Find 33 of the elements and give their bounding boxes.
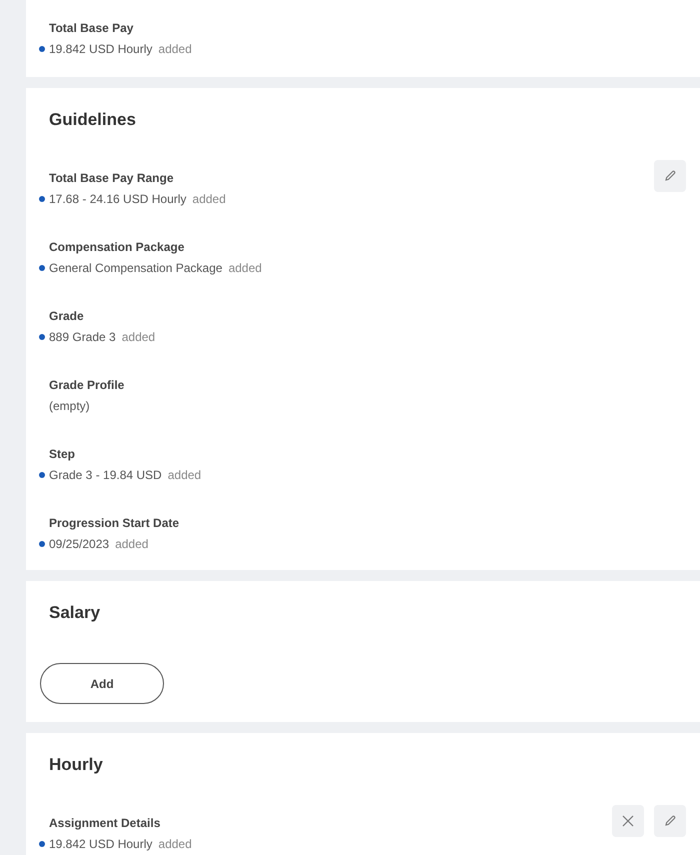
field-value: Grade 3 - 19.84 USD — [49, 467, 162, 483]
field-label: Total Base Pay — [49, 20, 134, 36]
field-value: General Compensation Package — [49, 260, 222, 276]
field-value: (empty) — [49, 398, 90, 414]
field-value: 19.842 USD Hourly — [49, 836, 152, 852]
field-label: Total Base Pay Range — [49, 170, 174, 186]
field-label: Step — [49, 446, 76, 462]
field-label: Grade — [49, 308, 85, 324]
remove-button[interactable] — [612, 805, 644, 837]
field-value: 19.842 USD Hourly — [49, 41, 152, 57]
pencil-icon — [663, 169, 677, 183]
section-title: Guidelines — [49, 110, 137, 130]
field-label: Assignment Details — [49, 815, 162, 831]
field-value: 889 Grade 3 — [49, 329, 116, 345]
status-text: added — [168, 467, 202, 483]
status-text: added — [122, 329, 156, 345]
status-text: added — [115, 536, 148, 552]
field-value: 09/25/2023 — [49, 536, 110, 552]
status-text: added — [158, 41, 192, 57]
field-label: Compensation Package — [49, 239, 186, 255]
add-button[interactable]: Add — [40, 663, 164, 704]
close-icon — [622, 815, 634, 827]
section-title: Salary — [49, 603, 102, 623]
status-text: added — [158, 836, 192, 852]
field-label: Progression Start Date — [49, 515, 180, 531]
edit-button[interactable] — [654, 805, 686, 837]
pencil-icon — [663, 814, 677, 828]
field-label: Grade Profile — [49, 377, 124, 393]
field-value: 17.68 - 24.16 USD Hourly — [49, 191, 186, 207]
status-text: added — [228, 260, 262, 276]
edit-button[interactable] — [654, 160, 686, 192]
status-text: added — [192, 191, 226, 207]
section-title: Hourly — [49, 755, 104, 775]
